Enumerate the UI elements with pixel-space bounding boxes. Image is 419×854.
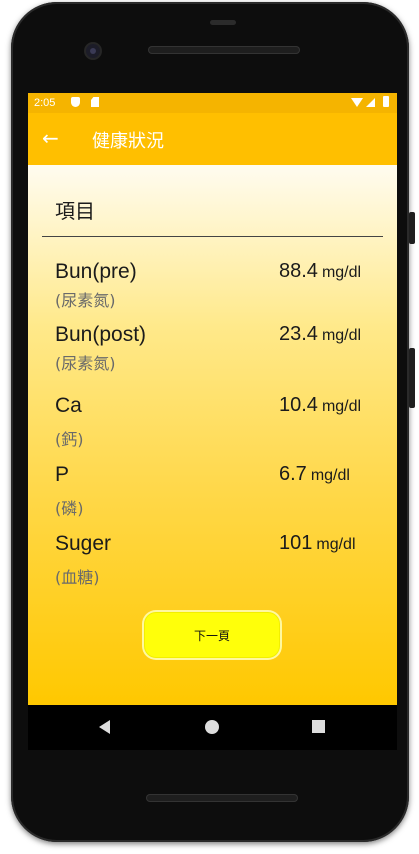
shield-icon xyxy=(71,97,80,107)
list-item: P (磷) 6.7 mg/dl xyxy=(28,463,397,533)
item-name: Bun(post) xyxy=(55,323,147,346)
item-name: Suger xyxy=(55,532,112,555)
volume-button xyxy=(409,212,415,244)
app-bar: ← 健康狀況 xyxy=(28,113,397,165)
section-divider xyxy=(42,236,383,237)
item-unit: mg/dl xyxy=(310,467,350,484)
item-name: Bun(pre) xyxy=(55,260,137,283)
signal-icon xyxy=(366,98,375,107)
item-value: 23.4 xyxy=(279,323,318,345)
app-bar-title: 健康狀況 xyxy=(92,131,164,152)
system-nav-bar xyxy=(28,705,397,750)
item-value-group: 6.7 mg/dl xyxy=(279,463,350,486)
health-status-content: 項目 Bun(pre) (尿素氮) 88.4 mg/dl Bun(post) (尿… xyxy=(28,165,397,705)
item-value-group: 101 mg/dl xyxy=(279,532,356,555)
section-title: 項目 xyxy=(55,199,95,223)
item-value-group: 88.4 mg/dl xyxy=(279,260,361,283)
back-arrow-icon[interactable]: ← xyxy=(42,126,66,150)
list-item: Bun(pre) (尿素氮) 88.4 mg/dl xyxy=(28,260,397,330)
status-time: 2:05 xyxy=(34,97,56,109)
item-subtitle: (鈣) xyxy=(55,430,84,449)
app-screen: 2:05 ← 健康狀況 項目 Bun(pre) (尿素氮) 88.4 mg/dl … xyxy=(28,93,397,705)
list-item: Ca (鈣) 10.4 mg/dl xyxy=(28,394,397,464)
item-unit: mg/dl xyxy=(316,536,356,553)
item-subtitle: (尿素氮) xyxy=(55,354,116,373)
item-subtitle: (尿素氮) xyxy=(55,291,116,310)
item-unit: mg/dl xyxy=(321,264,362,281)
wifi-icon xyxy=(351,98,363,107)
earpiece-slit xyxy=(210,20,236,25)
power-button xyxy=(409,348,415,408)
item-value: 88.4 xyxy=(279,260,318,282)
item-unit: mg/dl xyxy=(321,398,362,415)
nav-back-icon[interactable] xyxy=(99,720,110,734)
top-speaker-grille xyxy=(148,46,300,54)
nav-home-icon[interactable] xyxy=(205,720,219,734)
item-name: Ca xyxy=(55,394,82,417)
list-item: Bun(post) (尿素氮) 23.4 mg/dl xyxy=(28,323,397,393)
list-item: Suger (血糖) 101 mg/dl xyxy=(28,532,397,602)
battery-icon xyxy=(383,96,389,107)
item-unit: mg/dl xyxy=(321,327,362,344)
item-value: 101 xyxy=(279,532,313,554)
bottom-speaker-grille xyxy=(146,794,298,802)
item-value-group: 10.4 mg/dl xyxy=(279,394,361,417)
item-name: P xyxy=(55,463,70,486)
item-subtitle: (血糖) xyxy=(55,568,100,587)
front-camera xyxy=(86,44,100,58)
status-bar: 2:05 xyxy=(28,93,397,113)
item-value-group: 23.4 mg/dl xyxy=(279,323,361,346)
sd-card-icon xyxy=(91,97,99,107)
next-page-button[interactable]: 下一頁 xyxy=(144,612,280,658)
nav-recents-icon[interactable] xyxy=(312,720,325,733)
item-subtitle: (磷) xyxy=(55,499,84,518)
item-value: 10.4 xyxy=(279,394,318,416)
item-value: 6.7 xyxy=(279,463,307,485)
